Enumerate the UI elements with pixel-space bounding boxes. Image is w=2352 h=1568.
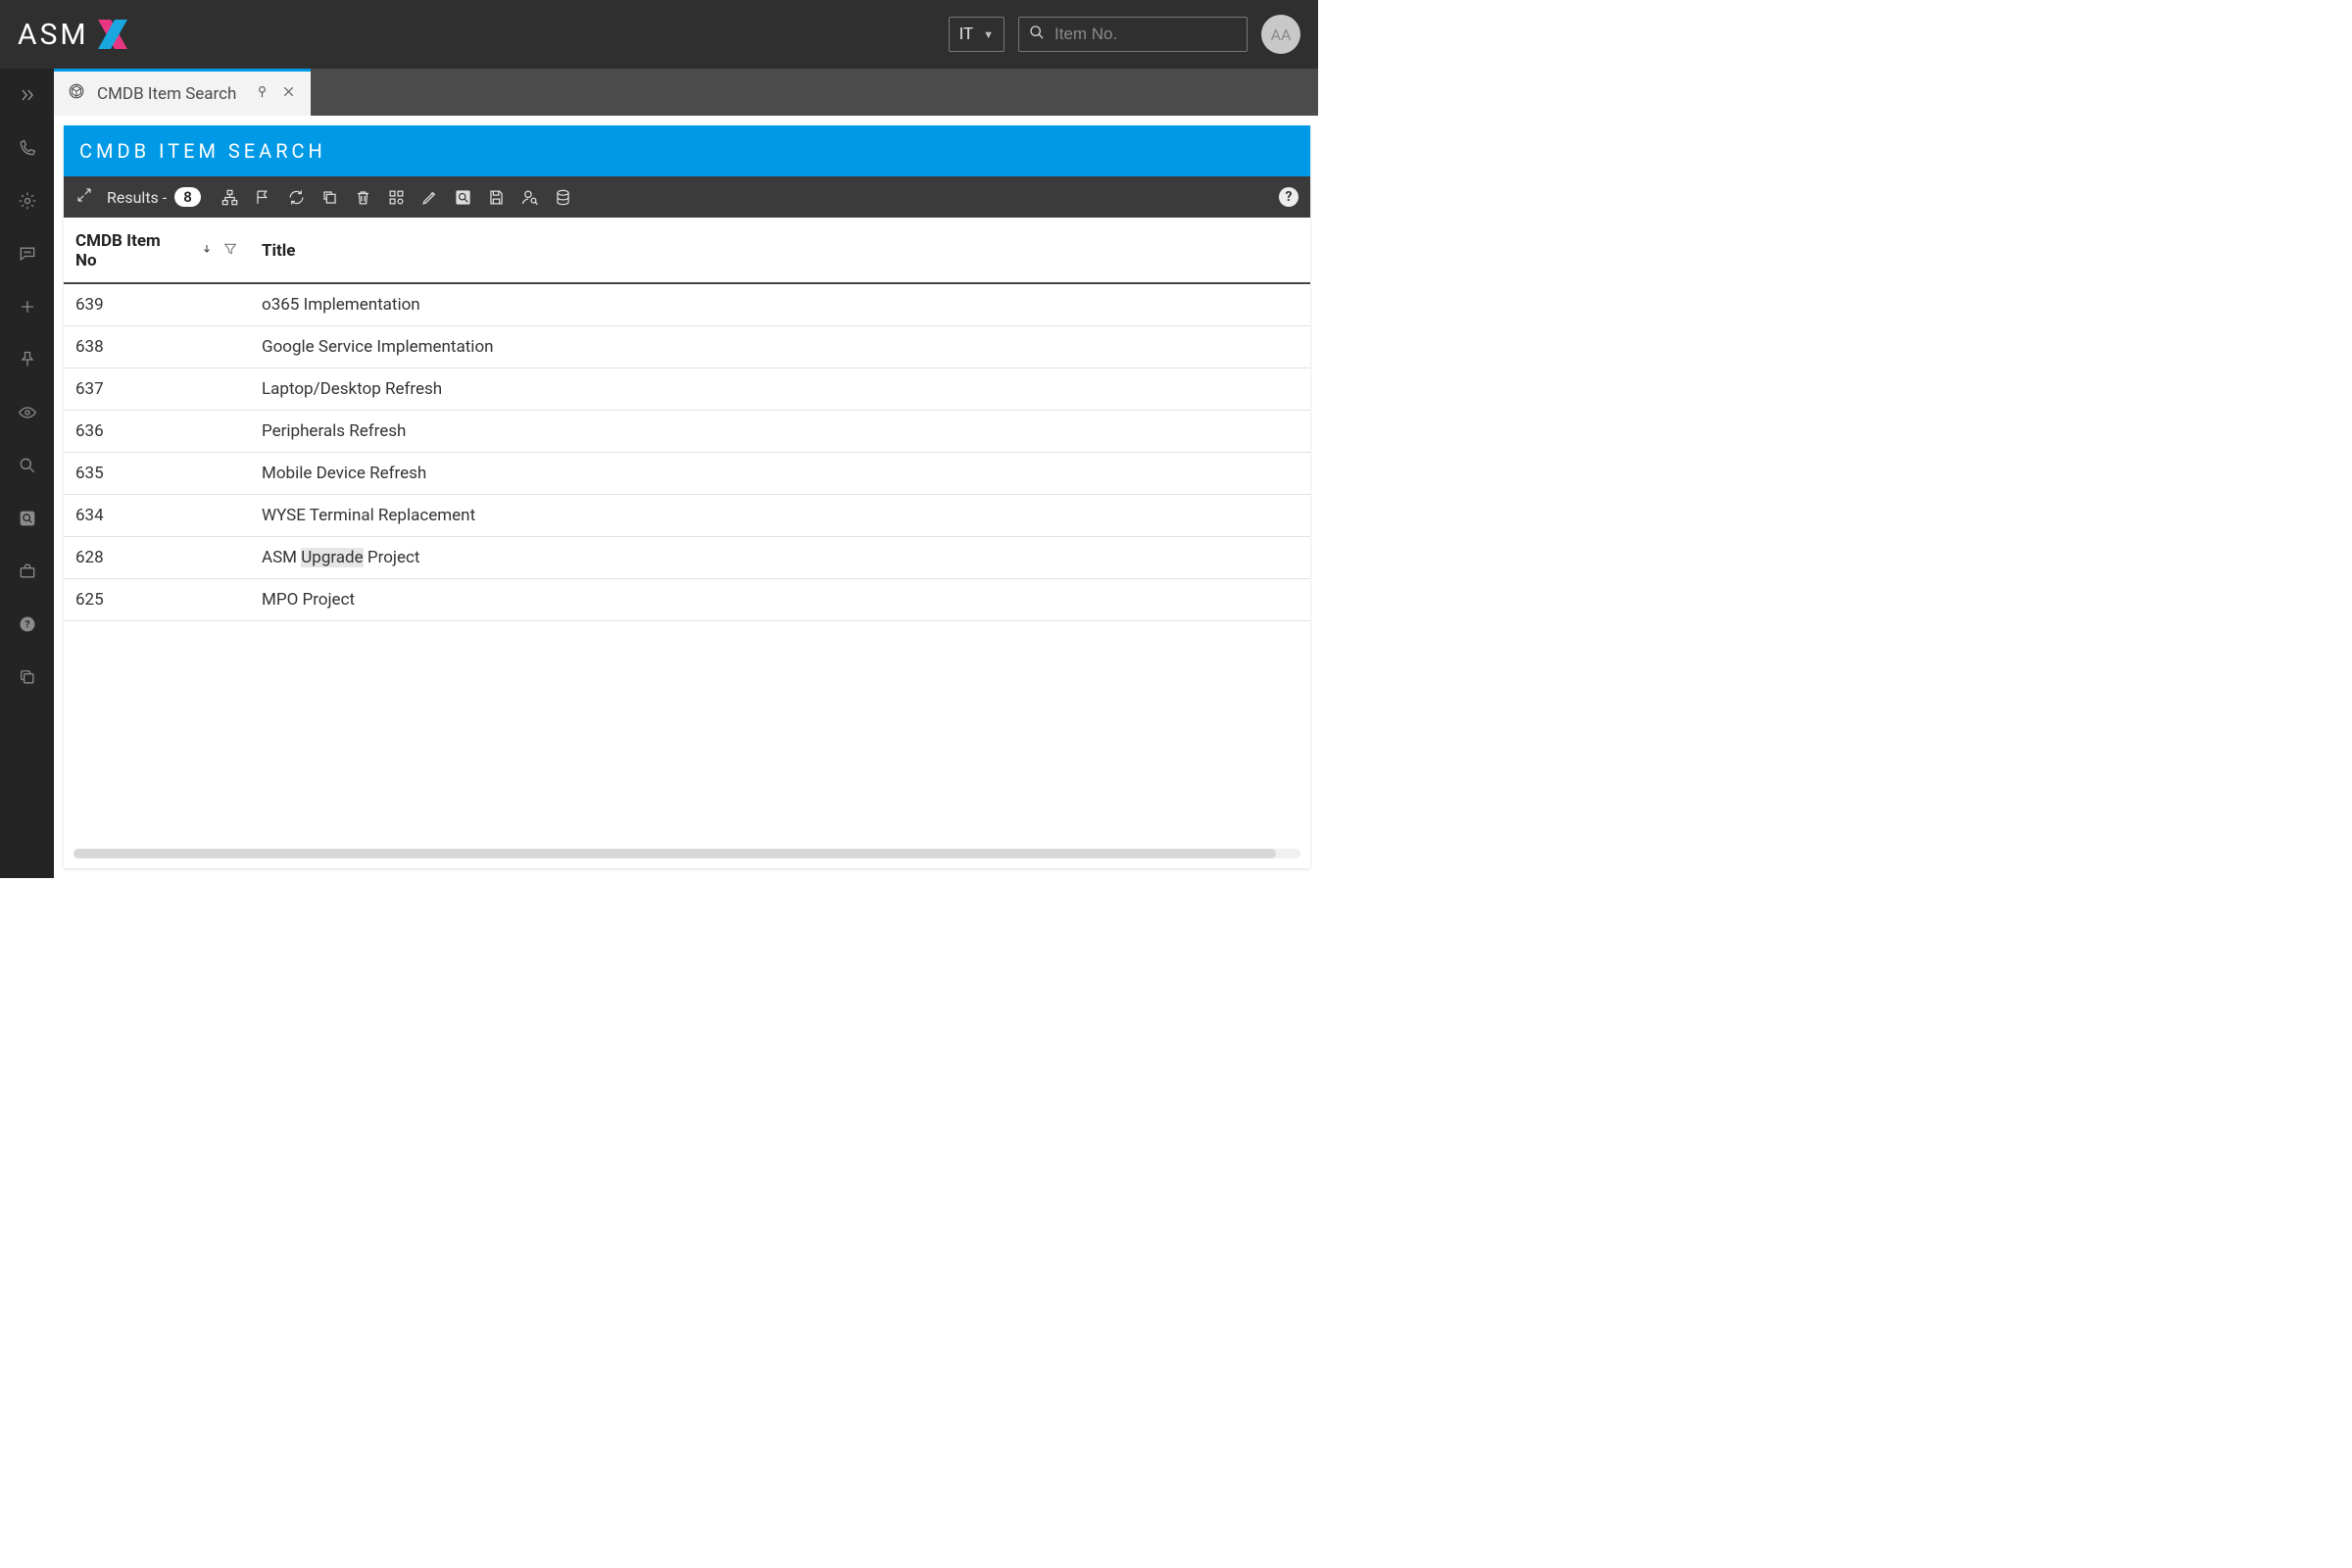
cell-item-no: 628 <box>64 537 250 579</box>
expand-icon[interactable] <box>75 186 93 208</box>
database-icon[interactable] <box>554 187 573 207</box>
cell-title: Mobile Device Refresh <box>250 453 1310 495</box>
hierarchy-icon[interactable] <box>220 187 240 207</box>
tab-strip: CMDB Item Search <box>54 69 1318 116</box>
pin-icon[interactable] <box>254 83 270 105</box>
search-square-icon[interactable] <box>454 187 473 207</box>
user-search-icon[interactable] <box>520 187 540 207</box>
sidebar-item-chat[interactable] <box>0 227 54 280</box>
cell-item-no: 636 <box>64 411 250 453</box>
avatar[interactable]: AA <box>1261 15 1300 54</box>
grid-settings-icon[interactable] <box>387 187 407 207</box>
cell-title: WYSE Terminal Replacement <box>250 495 1310 537</box>
sidebar-item-search[interactable] <box>0 439 54 492</box>
help-icon[interactable]: ? <box>1279 187 1298 207</box>
tab-label: CMDB Item Search <box>97 84 236 104</box>
cell-item-no: 634 <box>64 495 250 537</box>
cell-item-no: 638 <box>64 326 250 368</box>
svg-text:?: ? <box>24 619 29 630</box>
workspace-dropdown-value: IT <box>959 24 974 44</box>
results-text: Results - <box>107 188 167 207</box>
sidebar-item-eye[interactable] <box>0 386 54 439</box>
table-row[interactable]: 625MPO Project <box>64 579 1310 621</box>
column-header-no-label: CMDB Item No <box>75 231 175 270</box>
chevron-down-icon: ▼ <box>983 28 994 41</box>
results-table: CMDB Item No <box>64 218 1310 621</box>
panel-title: CMDB ITEM SEARCH <box>64 125 1310 176</box>
flag-icon[interactable] <box>254 187 273 207</box>
tab-cmdb-search[interactable]: CMDB Item Search <box>54 69 311 116</box>
sidebar-expand[interactable] <box>0 69 54 122</box>
logo-text: ASM <box>18 18 89 52</box>
table-row[interactable]: 634WYSE Terminal Replacement <box>64 495 1310 537</box>
cell-item-no: 639 <box>64 283 250 326</box>
global-search-input[interactable] <box>1054 24 1237 44</box>
close-icon[interactable] <box>280 83 297 105</box>
app-logo: ASM <box>18 17 130 52</box>
results-toolbar: Results - 8 <box>64 176 1310 218</box>
cell-title: Google Service Implementation <box>250 326 1310 368</box>
table-row[interactable]: 637Laptop/Desktop Refresh <box>64 368 1310 411</box>
sidebar-item-briefcase[interactable] <box>0 545 54 598</box>
logo-x-icon <box>95 17 130 52</box>
results-label: Results - 8 <box>107 187 201 207</box>
cell-item-no: 625 <box>64 579 250 621</box>
sidebar-item-settings[interactable] <box>0 174 54 227</box>
results-table-wrap: CMDB Item No <box>64 218 1310 843</box>
sidebar-item-pin[interactable] <box>0 333 54 386</box>
sidebar-item-search-doc[interactable] <box>0 492 54 545</box>
global-search[interactable] <box>1018 17 1248 52</box>
results-count-badge: 8 <box>174 187 201 207</box>
column-header-no[interactable]: CMDB Item No <box>64 218 250 283</box>
table-row[interactable]: 628ASM Upgrade Project <box>64 537 1310 579</box>
table-row[interactable]: 639o365 Implementation <box>64 283 1310 326</box>
sidebar: ? <box>0 69 54 878</box>
search-icon <box>1029 24 1045 44</box>
horizontal-scrollbar[interactable] <box>74 849 1300 858</box>
panel: CMDB ITEM SEARCH Results - 8 <box>64 125 1310 868</box>
column-header-title-label: Title <box>262 241 295 261</box>
scrollbar-thumb[interactable] <box>74 849 1276 858</box>
clone-icon[interactable] <box>320 187 340 207</box>
column-header-title[interactable]: Title <box>250 218 1310 283</box>
avatar-initials: AA <box>1271 25 1292 44</box>
sort-desc-icon[interactable] <box>201 241 213 261</box>
table-row[interactable]: 636Peripherals Refresh <box>64 411 1310 453</box>
cell-title: Laptop/Desktop Refresh <box>250 368 1310 411</box>
sidebar-item-copy[interactable] <box>0 651 54 704</box>
top-bar: ASM IT ▼ AA <box>0 0 1318 69</box>
cube-icon <box>68 82 85 105</box>
cell-item-no: 635 <box>64 453 250 495</box>
trash-icon[interactable] <box>354 187 373 207</box>
workspace-dropdown[interactable]: IT ▼ <box>949 17 1004 52</box>
edit-icon[interactable] <box>420 187 440 207</box>
filter-icon[interactable] <box>222 241 238 262</box>
save-icon[interactable] <box>487 187 507 207</box>
table-row[interactable]: 638Google Service Implementation <box>64 326 1310 368</box>
cell-item-no: 637 <box>64 368 250 411</box>
refresh-icon[interactable] <box>287 187 307 207</box>
cell-title: MPO Project <box>250 579 1310 621</box>
cell-title: o365 Implementation <box>250 283 1310 326</box>
sidebar-item-phone[interactable] <box>0 122 54 174</box>
content-area: CMDB Item Search CMDB ITEM SEARCH <box>54 69 1318 878</box>
cell-title: Peripherals Refresh <box>250 411 1310 453</box>
sidebar-item-help[interactable]: ? <box>0 598 54 651</box>
toolbar-icons <box>220 187 573 207</box>
cell-title: ASM Upgrade Project <box>250 537 1310 579</box>
sidebar-item-add[interactable] <box>0 280 54 333</box>
table-row[interactable]: 635Mobile Device Refresh <box>64 453 1310 495</box>
